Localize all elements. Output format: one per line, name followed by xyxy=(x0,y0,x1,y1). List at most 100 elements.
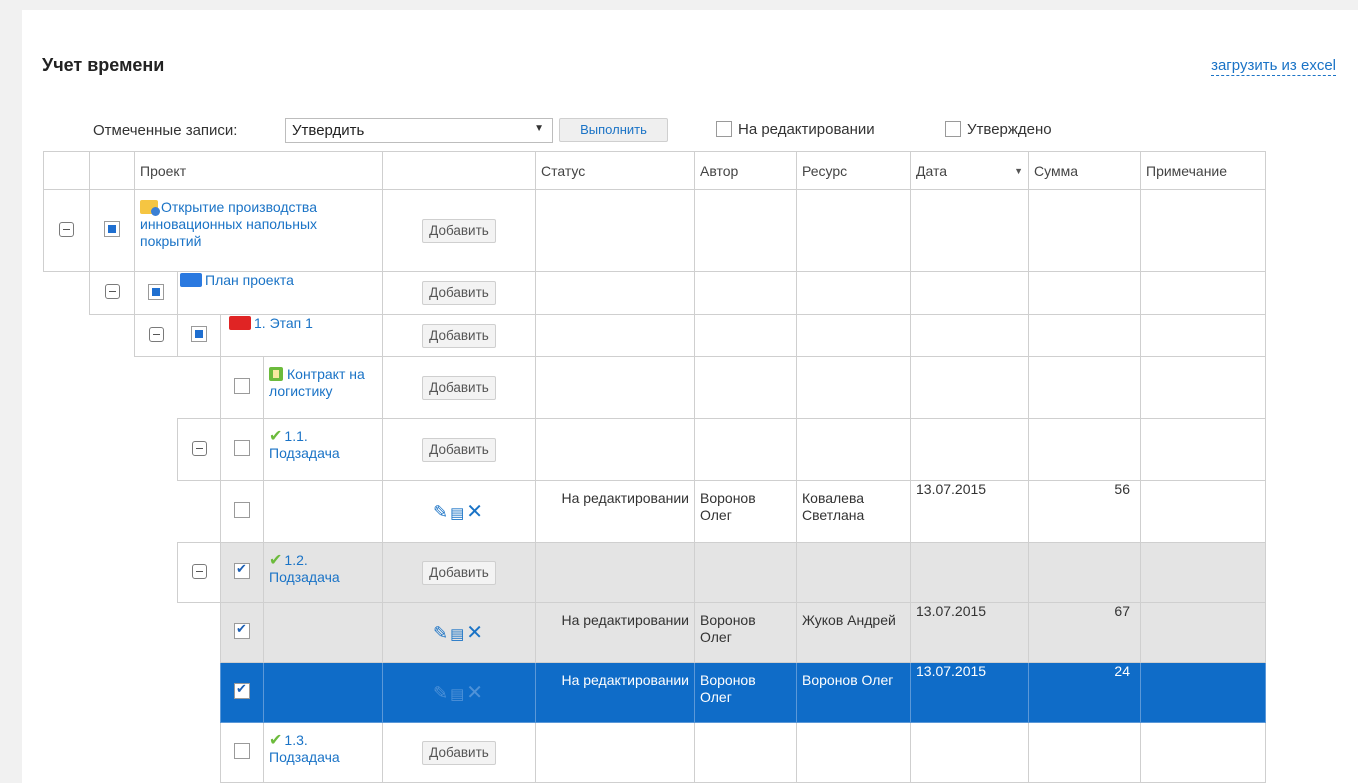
entry-date: 13.07.2015 xyxy=(910,480,1029,543)
x-icon[interactable]: ✕ xyxy=(466,622,485,644)
entry-checkbox[interactable] xyxy=(234,502,250,518)
time-entry-row[interactable]: ✎▤✕ На редактировании Воронов Олег Ковал… xyxy=(44,480,1266,543)
task-1-2-checkbox[interactable] xyxy=(234,561,250,579)
x-icon[interactable]: ✕ xyxy=(466,501,485,523)
entry-actions: ✎▤✕ xyxy=(433,622,485,644)
entry-note xyxy=(1140,602,1266,663)
blue-folder-icon xyxy=(180,273,202,287)
collapse-plan-toggle[interactable] xyxy=(104,284,120,299)
execute-button[interactable]: Выполнить xyxy=(559,118,668,142)
marked-records-label: Отмеченные записи: xyxy=(93,122,238,139)
entry-author: Воронов Олег xyxy=(694,480,797,543)
project-folder-icon xyxy=(140,200,160,216)
tree-row-project: Открытие производства инновационных напо… xyxy=(43,189,1266,272)
filter-editing-label: На редактировании xyxy=(738,121,875,138)
header-project[interactable]: Проект xyxy=(134,151,383,190)
tree-row-plan: План проекта Добавить xyxy=(44,271,1266,315)
task-1-1-checkbox[interactable] xyxy=(234,440,250,456)
add-button-stage[interactable]: Добавить xyxy=(422,323,496,348)
entry-checkbox[interactable] xyxy=(234,681,250,699)
document-icon[interactable]: ▤ xyxy=(450,505,466,522)
tree-row-stage: 1. Этап 1 Добавить xyxy=(44,314,1266,357)
header-sum[interactable]: Сумма xyxy=(1028,151,1141,190)
entry-checkbox[interactable] xyxy=(234,621,250,639)
filter-editing[interactable]: На редактировании xyxy=(716,121,875,138)
add-button-task-1-2[interactable]: Добавить xyxy=(422,560,496,585)
bulk-action-select[interactable]: Утвердить ▼ xyxy=(285,118,553,143)
header-status[interactable]: Статус xyxy=(535,151,695,190)
pencil-icon[interactable]: ✎ xyxy=(433,502,450,522)
pencil-icon[interactable]: ✎ xyxy=(433,623,450,643)
stage-link[interactable]: 1. Этап 1 xyxy=(254,315,313,331)
load-from-excel-link[interactable]: загрузить из excel xyxy=(1211,57,1336,76)
header-date-label: Дата xyxy=(916,162,948,179)
task-1-3-checkbox[interactable] xyxy=(234,743,250,759)
time-entry-row-selected[interactable]: ✎▤✕ На редактировании Воронов Олег Ворон… xyxy=(44,662,1266,723)
header-author[interactable]: Автор xyxy=(694,151,797,190)
entry-author: Воронов Олег xyxy=(694,662,797,723)
page-title: Учет времени xyxy=(42,55,165,75)
header-expand-cell xyxy=(43,151,90,190)
green-check-icon: ✔ xyxy=(269,428,283,445)
entry-actions: ✎▤✕ xyxy=(433,501,485,523)
time-entry-row[interactable]: ✎▤✕ На редактировании Воронов Олег Жуков… xyxy=(44,602,1266,663)
document-icon[interactable]: ▤ xyxy=(450,686,466,703)
filter-approved[interactable]: Утверждено xyxy=(945,121,1052,138)
project-checkbox[interactable] xyxy=(104,221,120,237)
time-entries-grid: Проект Статус Автор Ресурс Дата ▼ Сумма П… xyxy=(43,151,1266,783)
bulk-action-value: Утвердить xyxy=(292,122,365,139)
header-date[interactable]: Дата ▼ xyxy=(910,151,1029,190)
green-check-icon: ✔ xyxy=(269,732,283,749)
entry-date: 13.07.2015 xyxy=(910,662,1029,723)
entry-status: На редактировании xyxy=(535,602,695,663)
grid-header-row: Проект Статус Автор Ресурс Дата ▼ Сумма П… xyxy=(43,151,1266,190)
entry-resource: Ковалева Светлана xyxy=(796,480,911,543)
add-button-contract[interactable]: Добавить xyxy=(422,375,496,400)
pencil-icon[interactable]: ✎ xyxy=(433,683,450,703)
time-tracking-panel: Учет времени загрузить из excel Отмеченн… xyxy=(22,10,1358,783)
entry-sum: 67 xyxy=(1028,602,1141,663)
document-icon[interactable]: ▤ xyxy=(450,626,466,643)
x-icon[interactable]: ✕ xyxy=(466,682,485,704)
header-note[interactable]: Примечание xyxy=(1140,151,1266,190)
contract-link[interactable]: Контракт на логистику xyxy=(269,366,365,399)
plan-checkbox[interactable] xyxy=(148,283,164,300)
red-folder-icon xyxy=(229,316,251,330)
dropdown-arrow-icon: ▼ xyxy=(534,123,544,134)
entry-status: На редактировании xyxy=(535,480,695,543)
add-button-task-1-3[interactable]: Добавить xyxy=(422,740,496,765)
tree-row-task-1-1: ✔ 1.1. Подзадача Добавить xyxy=(44,418,1266,481)
plan-link[interactable]: План проекта xyxy=(205,272,294,288)
entry-sum: 24 xyxy=(1028,662,1141,723)
contract-icon xyxy=(269,367,283,381)
header-select-cell xyxy=(89,151,135,190)
contract-checkbox[interactable] xyxy=(234,378,250,394)
filter-approved-label: Утверждено xyxy=(967,121,1052,138)
collapse-project-toggle[interactable] xyxy=(59,221,74,237)
entry-status: На редактировании xyxy=(535,662,695,723)
entry-note xyxy=(1140,480,1266,543)
header-resource[interactable]: Ресурс xyxy=(796,151,911,190)
entry-date: 13.07.2015 xyxy=(910,602,1029,663)
bulk-action-toolbar: Отмеченные записи: Утвердить ▼ Выполнить… xyxy=(22,118,1358,146)
entry-author: Воронов Олег xyxy=(694,602,797,663)
stage-checkbox[interactable] xyxy=(191,326,207,342)
tree-row-task-1-2: ✔1.2. Подзадача Добавить xyxy=(44,542,1266,603)
green-check-icon: ✔ xyxy=(269,552,283,569)
sort-desc-icon[interactable]: ▼ xyxy=(1014,166,1023,176)
filter-editing-checkbox[interactable] xyxy=(716,121,732,137)
collapse-stage-toggle[interactable] xyxy=(148,326,164,342)
project-link[interactable]: Открытие производства инновационных напо… xyxy=(140,199,317,249)
entry-resource: Жуков Андрей xyxy=(796,602,911,663)
entry-actions: ✎▤✕ xyxy=(433,682,485,704)
add-button-plan[interactable]: Добавить xyxy=(422,281,496,305)
entry-resource: Воронов Олег xyxy=(796,662,911,723)
filter-approved-checkbox[interactable] xyxy=(945,121,961,137)
add-button-project[interactable]: Добавить xyxy=(422,218,496,243)
tree-row-task-1-3: ✔ 1.3. Подзадача Добавить xyxy=(44,722,1266,783)
add-button-task-1-1[interactable]: Добавить xyxy=(422,437,496,462)
entry-sum: 56 xyxy=(1028,480,1141,543)
collapse-task-1-2-toggle[interactable] xyxy=(191,563,207,579)
collapse-task-1-1-toggle[interactable] xyxy=(191,440,207,456)
tree-row-contract: Контракт на логистику Добавить xyxy=(44,356,1266,419)
